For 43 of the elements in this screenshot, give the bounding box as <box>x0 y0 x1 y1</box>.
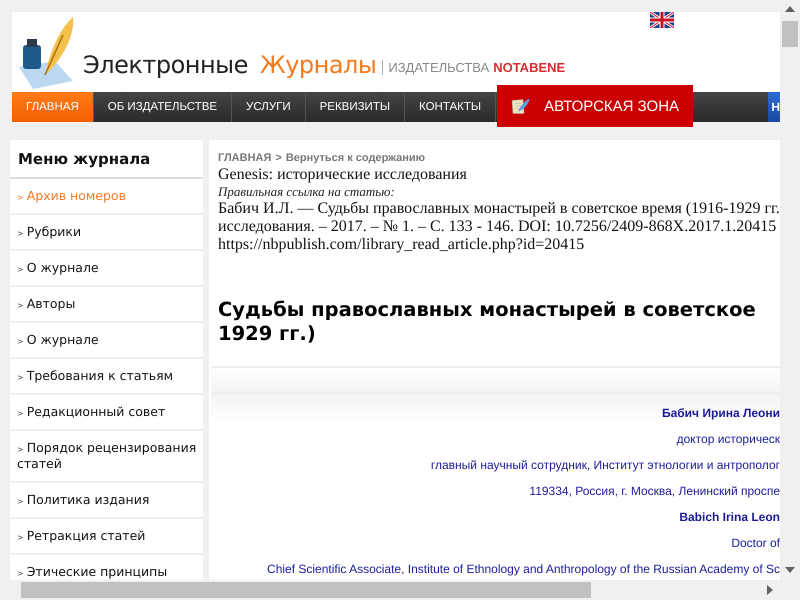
article-title: 1929 гг.) <box>218 322 317 346</box>
citation-label: Правильная ссылка на статью: <box>218 184 396 200</box>
breadcrumb-separator: > <box>275 152 282 164</box>
sidebar-item[interactable]: > О журнале <box>10 323 203 359</box>
sidebar-item[interactable]: > О журнале <box>10 251 203 287</box>
nav-link[interactable]: ОБ ИЗДАТЕЛЬСТВЕ <box>94 92 232 122</box>
author-info: главный научный сотрудник, Институт этнологии и антрополог <box>430 458 780 474</box>
scrollbar-thumb[interactable] <box>782 21 798 47</box>
article-title: Судьбы православных монастырей в советское <box>218 298 757 322</box>
scrollbar-thumb[interactable] <box>21 582 591 598</box>
author-name: Babich Irina Leon <box>679 510 780 526</box>
sidebar-item[interactable]: > Этические принципы <box>10 555 203 580</box>
breadcrumb-link[interactable]: Вернуться к содержанию <box>286 152 426 164</box>
scroll-right-icon[interactable] <box>767 585 773 595</box>
site-title: Электронные <box>83 50 248 78</box>
uk-flag-icon[interactable] <box>650 12 674 28</box>
scroll-down-icon[interactable] <box>785 567 795 573</box>
scroll-up-icon[interactable] <box>785 6 795 12</box>
citation-text: Бабич И.Л. — Судьбы православных монастырей в советское время (1916-1929 гг. <box>218 200 780 218</box>
author-info: Chief Scientific Associate, Institute of Ethnology and Anthropology of the Russian Academy of Sc <box>267 562 780 578</box>
site-title-accent: Журналы <box>260 50 376 78</box>
nav-link[interactable]: КОНТАКТЫ <box>405 92 496 122</box>
publisher-label: ИЗДАТЕЛЬСТВА NOTABENE <box>382 60 566 75</box>
sidebar-item[interactable]: > Порядок рецензирования статей <box>10 431 203 483</box>
author-info: Doctor of <box>731 536 780 552</box>
sidebar-title: Меню журнала <box>10 140 203 179</box>
citation-text: исследования. – 2017. – № 1. – С. 133 - 146. DOI: 10.7256/2409-868X.2017.1.20415 <box>218 218 778 236</box>
sidebar-item[interactable]: > Политика издания <box>10 483 203 519</box>
nav-link[interactable]: РЕКВИЗИТЫ <box>306 92 406 122</box>
author-info: 119334, Россия, г. Москва, Ленинский проспе <box>529 484 780 500</box>
sidebar-item[interactable]: > Требования к статьям <box>10 359 203 395</box>
author-info: доктор историческ <box>676 432 780 448</box>
journal-name: Genesis: исторические исследования <box>218 166 468 184</box>
author-zone-button[interactable]: АВТОРСКАЯ ЗОНА <box>497 85 694 127</box>
sidebar-item[interactable]: > Редакционный совет <box>10 395 203 431</box>
nav-link[interactable]: УСЛУГИ <box>232 92 306 122</box>
sidebar-item[interactable]: > Авторы <box>10 287 203 323</box>
author-name: Бабич Ирина Леони <box>662 406 780 422</box>
breadcrumb-link[interactable]: ГЛАВНАЯ <box>218 152 272 164</box>
sidebar-item[interactable]: > Рубрики <box>10 215 203 251</box>
sidebar-item[interactable]: > Ретракция статей <box>10 519 203 555</box>
nav-link[interactable]: Н <box>768 92 780 122</box>
citation-text: https://nbpublish.com/library_read_article.php?id=20415 <box>218 236 586 254</box>
